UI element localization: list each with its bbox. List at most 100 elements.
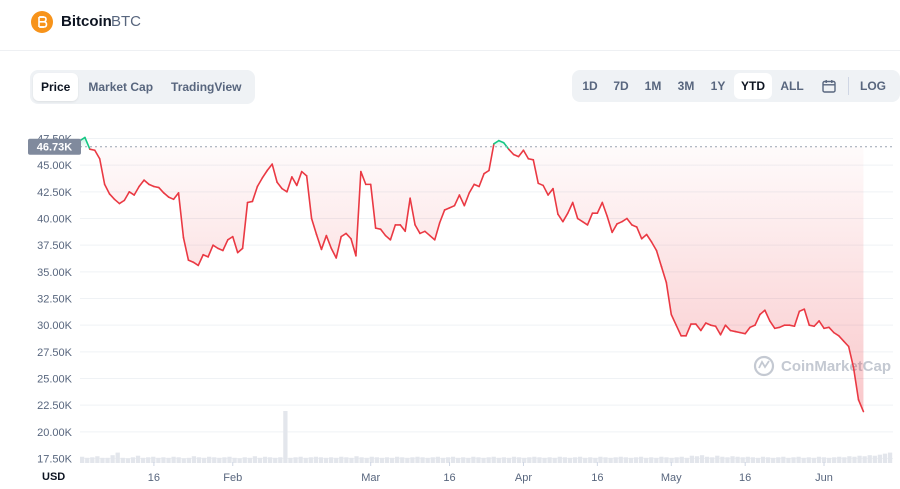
volume-bar [511,456,517,463]
volume-bar [659,456,664,463]
x-tick-label: May [661,472,682,484]
date-picker-button[interactable] [814,73,844,99]
coin-name: Bitcoin [61,13,112,30]
volume-bar [699,455,705,463]
coin-symbol: BTC [111,13,141,30]
volume-bar [90,457,95,463]
volume-bar [100,457,105,463]
volume-bar [456,457,461,463]
volume-bar [786,457,791,463]
range-ytd-button[interactable]: YTD [734,73,772,99]
range-7d-button[interactable]: 7D [607,73,635,99]
volume-bar [440,457,446,463]
volume-bar [105,457,110,463]
volume-bar [750,457,756,463]
range-1d-button[interactable]: 1D [577,73,603,99]
volume-bar [684,457,689,463]
volume-bar [201,457,207,463]
volume-bar [278,457,283,463]
price-area [80,137,864,412]
y-tick-label: 37.50K [37,240,73,252]
time-range-selector: 1D 7D 1M 3M 1Y YTD ALL LOG [572,70,900,102]
volume-bar [308,457,313,463]
x-tick-label: Mar [361,472,380,484]
volume-bar [608,457,613,463]
volume-bar [303,457,308,463]
chart-type-tabs: Price Market Cap TradingView [30,70,255,104]
volume-bar [725,457,730,463]
volume-bar [679,456,684,463]
volume-bar [644,457,649,463]
volume-bar [832,457,837,463]
volume-bar [776,457,781,463]
volume-bar [791,457,796,463]
volume-bar [181,458,186,463]
volume-bar [710,457,715,463]
volume-bar [796,456,801,463]
volume-bar [328,457,334,463]
tab-price[interactable]: Price [33,73,79,101]
range-1y-button[interactable]: 1Y [705,73,731,99]
volume-bar [882,453,888,463]
tab-tradingview[interactable]: TradingView [163,73,249,101]
volume-bar [466,457,471,463]
tab-market-cap[interactable]: Market Cap [80,73,161,101]
volume-bar [765,457,771,463]
volume-bar [110,455,115,463]
volume-bar [400,457,405,463]
log-scale-button[interactable]: LOG [854,73,892,99]
volume-bar [222,457,227,463]
volume-bar [374,457,379,463]
volume-bar [318,457,324,463]
volume-bar [704,456,710,463]
volume-bar [537,457,542,463]
volume-bar [334,457,339,463]
volume-bar [740,457,745,463]
volume-bar [95,456,100,463]
volume-bar [196,457,202,463]
y-tick-label: 27.50K [37,347,73,359]
x-tick-label: Feb [223,472,242,484]
volume-bar [781,456,786,463]
y-tick-label: 42.50K [37,187,73,199]
volume-bar [415,456,420,463]
volume-bar [857,455,862,463]
volume-bar [674,457,679,463]
y-tick-label: 40.00K [37,214,73,226]
volume-bar [395,456,400,463]
volume-bar [491,456,496,463]
volume-bar [501,457,507,463]
volume-bar [837,456,842,463]
volume-bar [171,456,176,463]
volume-bar [166,457,171,463]
volume-bar [618,456,623,463]
coinmarketcap-logo-mark [758,360,770,369]
volume-bar [481,457,486,463]
volume-bar [522,457,527,463]
volume-bar [771,457,776,463]
volume-bar [389,457,395,463]
volume-bar [359,457,364,463]
x-axis: 16 Feb Mar 16 Apr 16 May 16 Jun [148,462,833,484]
volume-bars [80,411,893,463]
volume-bar [140,457,146,463]
volume-bar [801,457,806,463]
volume-bar [872,455,877,463]
volume-bar [384,457,390,463]
volume-bar [862,456,867,463]
y-axis: 17.50K 20.00K 22.50K 25.00K 27.50K 30.00K 32.5… [37,134,73,466]
volume-bar [527,457,532,463]
range-all-button[interactable]: ALL [776,73,808,99]
range-3m-button[interactable]: 3M [671,73,701,99]
volume-bar [130,457,136,463]
coinmarketcap-watermark: CoinMarketCap [753,355,891,377]
volume-bar [603,457,608,463]
volume-bar [730,456,735,463]
volume-bar [430,457,435,463]
range-1m-button[interactable]: 1M [639,73,667,99]
volume-bar [715,455,720,463]
volume-bar [664,457,669,463]
volume-bar [577,456,583,463]
volume-bar [313,456,319,463]
calendar-icon [822,80,836,93]
